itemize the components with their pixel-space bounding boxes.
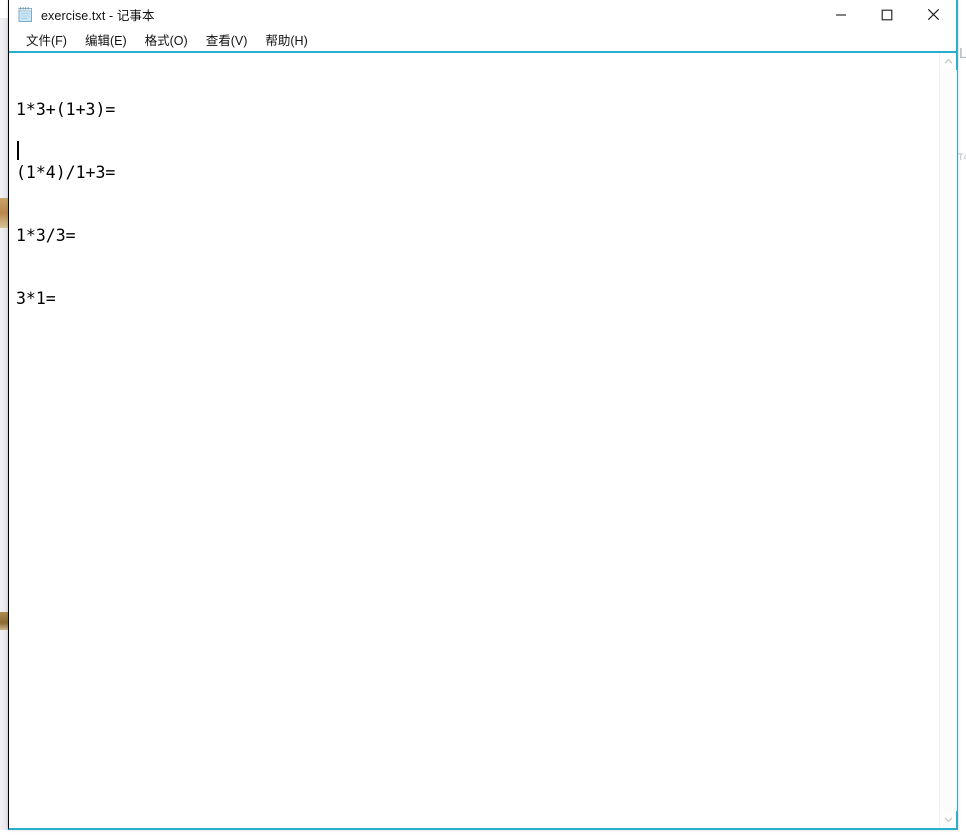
- text-line: (1*4)/1+3=: [16, 163, 116, 182]
- text-line: 1*3/3=: [16, 226, 76, 245]
- window-title: exercise.txt - 记事本: [41, 9, 155, 23]
- chevron-up-icon: [944, 58, 952, 64]
- text-line: [16, 351, 939, 372]
- text-caret: [17, 141, 19, 160]
- menu-item-file[interactable]: 文件(F): [17, 28, 76, 52]
- title-bar[interactable]: exercise.txt - 记事本: [9, 0, 956, 29]
- scroll-up-button[interactable]: [940, 53, 957, 70]
- menu-item-view[interactable]: 查看(V): [197, 28, 257, 52]
- text-line: 3*1=: [16, 289, 56, 308]
- scroll-down-button[interactable]: [940, 811, 957, 828]
- close-icon: [927, 8, 939, 21]
- background-thumbnail-lower: [0, 612, 8, 630]
- background-ghost-text-lower: T4: [958, 152, 966, 162]
- minimize-button[interactable]: [818, 0, 864, 29]
- text-editor-area[interactable]: 1*3+(1+3)= (1*4)/1+3= 1*3/3= 3*1=: [9, 53, 939, 828]
- notepad-window: exercise.txt - 记事本 文件(F) 编辑(E) 格式(O) 查看(…: [8, 0, 958, 830]
- window-controls: [818, 0, 956, 29]
- text-line: 1*3+(1+3)=: [16, 100, 116, 119]
- background-thumbnail-upper: [0, 198, 8, 228]
- notepad-icon: [17, 6, 34, 23]
- scrollbar-track[interactable]: [939, 70, 957, 811]
- minimize-icon: [836, 13, 846, 16]
- menu-item-format[interactable]: 格式(O): [136, 28, 197, 52]
- background-ghost-text-upper: L: [959, 45, 966, 62]
- chevron-down-icon: [944, 817, 952, 823]
- vertical-scrollbar[interactable]: [939, 53, 957, 828]
- maximize-icon: [881, 9, 893, 20]
- maximize-button[interactable]: [864, 0, 910, 29]
- close-button[interactable]: [910, 0, 956, 29]
- desktop-background: L T4 exercise.txt - 记事本: [0, 0, 966, 839]
- background-window-right-edge: [958, 16, 966, 832]
- menu-item-edit[interactable]: 编辑(E): [76, 28, 136, 52]
- menu-bar: 文件(F) 编辑(E) 格式(O) 查看(V) 帮助(H): [9, 29, 956, 53]
- window-body: 1*3+(1+3)= (1*4)/1+3= 1*3/3= 3*1=: [9, 53, 957, 828]
- menu-item-help[interactable]: 帮助(H): [256, 28, 316, 52]
